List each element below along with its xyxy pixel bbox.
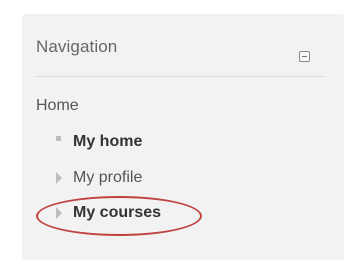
block-header: Navigation	[36, 36, 326, 77]
square-bullet-icon	[55, 131, 73, 153]
nav-home-link[interactable]: Home	[36, 97, 79, 115]
nav-item-my-home[interactable]: My home	[55, 131, 142, 153]
block-title: Navigation	[36, 37, 118, 56]
nav-item-label: My profile	[73, 169, 143, 186]
collapse-icon[interactable]	[299, 51, 310, 62]
nav-item-label: My home	[73, 133, 143, 150]
collapse-bar	[302, 56, 307, 57]
triangle-bullet-icon[interactable]	[55, 167, 73, 189]
highlight-circle	[36, 196, 202, 236]
nav-item-my-profile[interactable]: My profile	[55, 167, 142, 189]
